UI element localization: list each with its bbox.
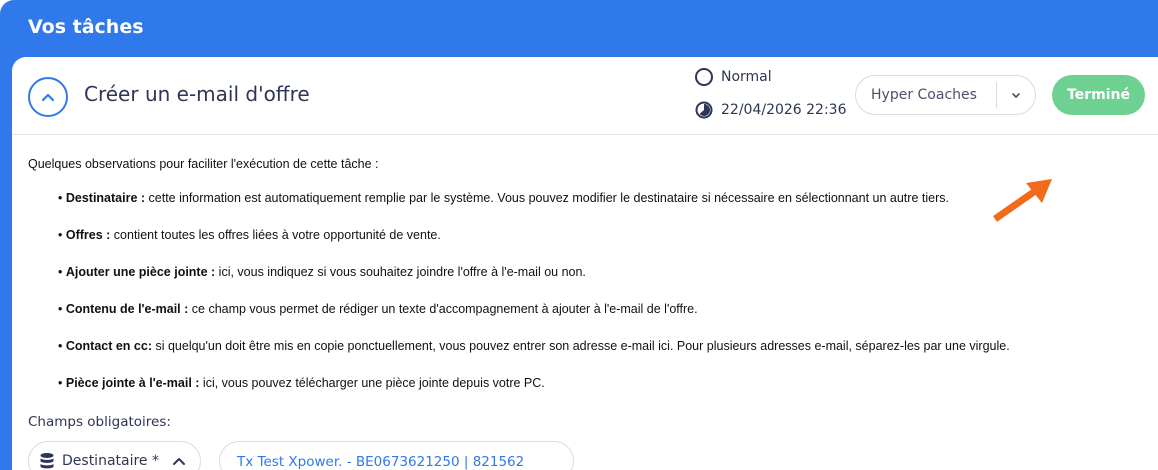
panel-title: Vos tâches <box>28 16 144 38</box>
task-instructions: Quelques observations pour faciliter l'e… <box>28 157 1138 413</box>
note-term: Destinataire : <box>65 191 146 205</box>
priority-indicator: Normal <box>695 68 772 86</box>
list-item: • Offres : contient toutes les offres li… <box>58 228 441 242</box>
list-item: • Ajouter une pièce jointe : ici, vous i… <box>58 265 586 279</box>
done-button[interactable]: Terminé <box>1052 75 1145 115</box>
note-term: Ajouter une pièce jointe : <box>65 265 216 279</box>
recipient-field-chip[interactable]: Destinataire * <box>28 441 201 470</box>
list-item: • Destinataire : cette information est a… <box>58 191 949 205</box>
note-text: si quelqu'un doit être mis en copie ponc… <box>152 339 1010 353</box>
due-date: 22/04/2026 22:36 <box>695 101 847 119</box>
tasks-panel: Vos tâches Créer un e-mail d'offre Norma… <box>0 0 1158 470</box>
list-item: • Contact en cc: si quelqu'un doit être … <box>58 339 1010 353</box>
priority-circle-icon <box>695 68 713 86</box>
list-item: • Pièce jointe à l'e-mail : ici, vous po… <box>58 376 545 390</box>
note-text: ce champ vous permet de rédiger un texte… <box>188 302 698 316</box>
chevron-up-icon <box>41 93 55 102</box>
due-date-text: 22/04/2026 22:36 <box>721 102 847 118</box>
assignee-value: Hyper Coaches <box>871 87 977 103</box>
instructions-intro: Quelques observations pour faciliter l'e… <box>28 157 379 171</box>
note-text: ici, vous indiquez si vous souhaitez joi… <box>215 265 586 279</box>
note-text: contient toutes les offres liées à votre… <box>110 228 441 242</box>
collapse-button[interactable] <box>28 77 68 117</box>
recipient-field-label: Destinataire * <box>62 453 159 469</box>
chevron-down-icon <box>1012 92 1020 98</box>
note-term: Pièce jointe à l'e-mail : <box>65 376 200 390</box>
recipient-value[interactable]: Tx Test Xpower. - BE0673621250 | 821562 <box>219 441 574 470</box>
task-title: Créer un e-mail d'offre <box>84 82 310 106</box>
priority-label: Normal <box>721 69 772 85</box>
assignee-select[interactable]: Hyper Coaches <box>855 75 1036 115</box>
list-item: • Contenu de l'e-mail : ce champ vous pe… <box>58 302 698 316</box>
clock-icon <box>695 101 713 119</box>
note-text: cette information est automatiquement re… <box>145 191 949 205</box>
chevron-up-icon <box>173 457 185 465</box>
note-term: Offres : <box>65 228 111 242</box>
required-fields-label: Champs obligatoires: <box>28 414 171 430</box>
note-term: Contact en cc: <box>65 339 152 353</box>
note-term: Contenu de l'e-mail : <box>65 302 189 316</box>
note-text: ici, vous pouvez télécharger une pièce j… <box>199 376 545 390</box>
dropdown-toggle[interactable] <box>997 92 1035 99</box>
database-icon <box>40 453 54 469</box>
task-header: Créer un e-mail d'offre Normal 22/04/202… <box>12 57 1158 135</box>
